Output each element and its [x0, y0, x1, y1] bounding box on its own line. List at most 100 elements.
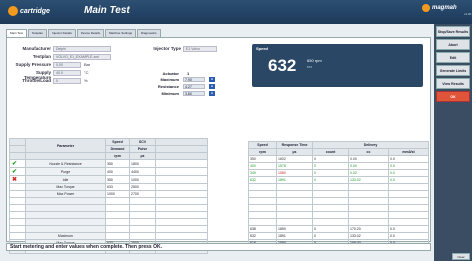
empty-cell — [155, 175, 208, 184]
actuator-maximum-button[interactable]: Ω — [209, 77, 215, 82]
demand-subheader: Demand — [105, 145, 130, 153]
empty-cell — [155, 211, 208, 219]
parameter-row — [9, 197, 208, 205]
parameter-name[interactable]: Purge — [25, 167, 106, 176]
parameter-name[interactable]: Nozzle & Resistance — [25, 159, 106, 168]
status-cell — [9, 183, 26, 191]
testplan-field[interactable]: VOLVO_E1_EXAMPLE.xml — [53, 54, 111, 60]
speed-display: Speed 632 650 rpm 672 — [252, 44, 423, 87]
throttle-field[interactable]: 0 — [53, 78, 81, 84]
cross-icon: ✖ — [11, 177, 18, 183]
delivery-footer-speed: 638 — [248, 225, 277, 233]
actuator-label: Actuator — [162, 71, 179, 76]
delivery-cc — [348, 183, 389, 191]
tab-testplan[interactable]: Testplan — [27, 29, 47, 37]
delivery-speed: 400 — [248, 162, 277, 170]
delivery-speed — [248, 197, 277, 205]
delivery-mm — [387, 190, 430, 198]
parameter-name[interactable] — [25, 218, 106, 226]
supply-temperature-unit: °C — [84, 70, 89, 75]
abort-button[interactable]: Abort — [436, 39, 470, 50]
parameter-row — [9, 225, 208, 233]
parameter-name[interactable] — [25, 225, 106, 233]
parameter-name[interactable]: Idle — [25, 175, 106, 184]
delivery-resp — [276, 218, 313, 226]
clear-button[interactable]: Clear — [452, 253, 470, 260]
parameter-row — [9, 204, 208, 212]
tab-machine-settings[interactable]: Machine Settings — [105, 29, 137, 37]
view-results-button[interactable]: View Results — [436, 78, 470, 89]
tab-diagnostics[interactable]: Diagnostics — [137, 29, 161, 37]
tab-device-details[interactable]: Device Details — [76, 29, 105, 37]
empty-cell — [155, 218, 208, 226]
rt-rpm-unit: rpm — [248, 148, 277, 156]
actuator-minimum-button[interactable]: Ω — [209, 91, 215, 96]
delivery-footer-resp: 1890 — [276, 225, 313, 233]
throttle-label: Throttle/Load — [22, 78, 51, 83]
delivery-speed — [248, 211, 277, 219]
parameter-name[interactable] — [25, 204, 106, 212]
parameter-name[interactable]: Max Power — [25, 190, 106, 198]
supply-temperature-field[interactable]: 40.0 — [53, 70, 81, 76]
actuator-maximum-value: 7.90 — [183, 77, 205, 82]
tab-main-test[interactable]: Main Test — [6, 29, 27, 37]
delivery-footer-row: 638 1890 0 170.20 0.0 — [248, 225, 430, 233]
empty-cell — [155, 159, 208, 168]
speed-demand — [105, 211, 130, 219]
throttle-unit: % — [84, 78, 88, 83]
delivery-mm: 0.0 — [387, 162, 430, 170]
delivery-mm: 0.0 — [387, 176, 430, 184]
scv-pulse: 2500 — [129, 183, 156, 191]
tab-injector-details[interactable]: Injector Details — [47, 29, 76, 37]
supply-pressure-field[interactable]: 0.00 — [53, 62, 81, 68]
ok-button[interactable]: OK — [436, 91, 470, 102]
parameter-name[interactable]: Max Torque — [25, 183, 106, 191]
status-cell: ✔ — [9, 159, 26, 168]
testplan-label: Testplan — [32, 54, 51, 59]
delivery-mm: 0.0 — [387, 169, 430, 177]
delivery-speed — [248, 190, 277, 198]
delivery-cc: 133.02 — [348, 176, 389, 184]
delivery-resp: 1580 — [276, 169, 313, 177]
actuator-resistance-value: 4.27 — [183, 84, 205, 89]
parameter-row: Max Power 1000 2700 — [9, 190, 208, 198]
response-time-header: Response Time — [276, 141, 313, 149]
scv-pulse — [129, 218, 156, 226]
delivery-row — [248, 204, 430, 212]
injector-type-field[interactable]: E1 Volvo — [183, 46, 217, 52]
parameter-row — [9, 218, 208, 226]
delivery-row — [248, 218, 430, 226]
actuator-number: 1 — [187, 71, 190, 76]
title-bar: cartridge Main Test magmah v1.00 — [0, 0, 472, 24]
delivery-row: 400 1578 0 0.00 0.0 — [248, 162, 430, 170]
delivery-count: 0 — [312, 176, 349, 184]
speed-demand — [105, 197, 130, 205]
scv-pulse — [129, 204, 156, 212]
parameter-name[interactable] — [25, 197, 106, 205]
scv-pulse — [129, 225, 156, 233]
tab-bar: Main Test Testplan Injector Details Devi… — [6, 29, 162, 37]
footer-speed — [105, 232, 130, 240]
generate-limits-button[interactable]: Generate Limits — [436, 65, 470, 76]
injector-type-label: Injector Type — [153, 46, 181, 51]
empty-cell — [155, 225, 208, 233]
parameter-name[interactable] — [25, 211, 106, 219]
delivery-row — [248, 211, 430, 219]
version-label: v1.00 — [464, 12, 472, 16]
edit-button[interactable]: Edit — [436, 52, 470, 63]
empty-cell — [155, 197, 208, 205]
scv-pulse: 4400 — [129, 167, 156, 176]
cc-unit: cc — [348, 148, 389, 156]
actuator-resistance-button[interactable]: Ω — [209, 84, 215, 89]
status-cell: ✖ — [9, 175, 26, 184]
main-panel: Manufacturer Delphi Testplan VOLVO_E1_EX… — [6, 37, 431, 254]
manufacturer-field[interactable]: Delphi — [53, 46, 111, 52]
actuator-maximum-label: Maximum — [160, 77, 179, 82]
delivery-resp — [276, 211, 313, 219]
page-title: Main Test — [84, 5, 130, 16]
stop-save-results-button[interactable]: Stop/Save Results — [436, 26, 470, 37]
right-brand-logo: magmah — [422, 4, 457, 12]
delivery-speed: 632 — [248, 176, 277, 184]
delivery-footer-speed: 632 — [248, 232, 277, 240]
delivery-row: 349 1580 0 0.02 0.0 — [248, 169, 430, 177]
